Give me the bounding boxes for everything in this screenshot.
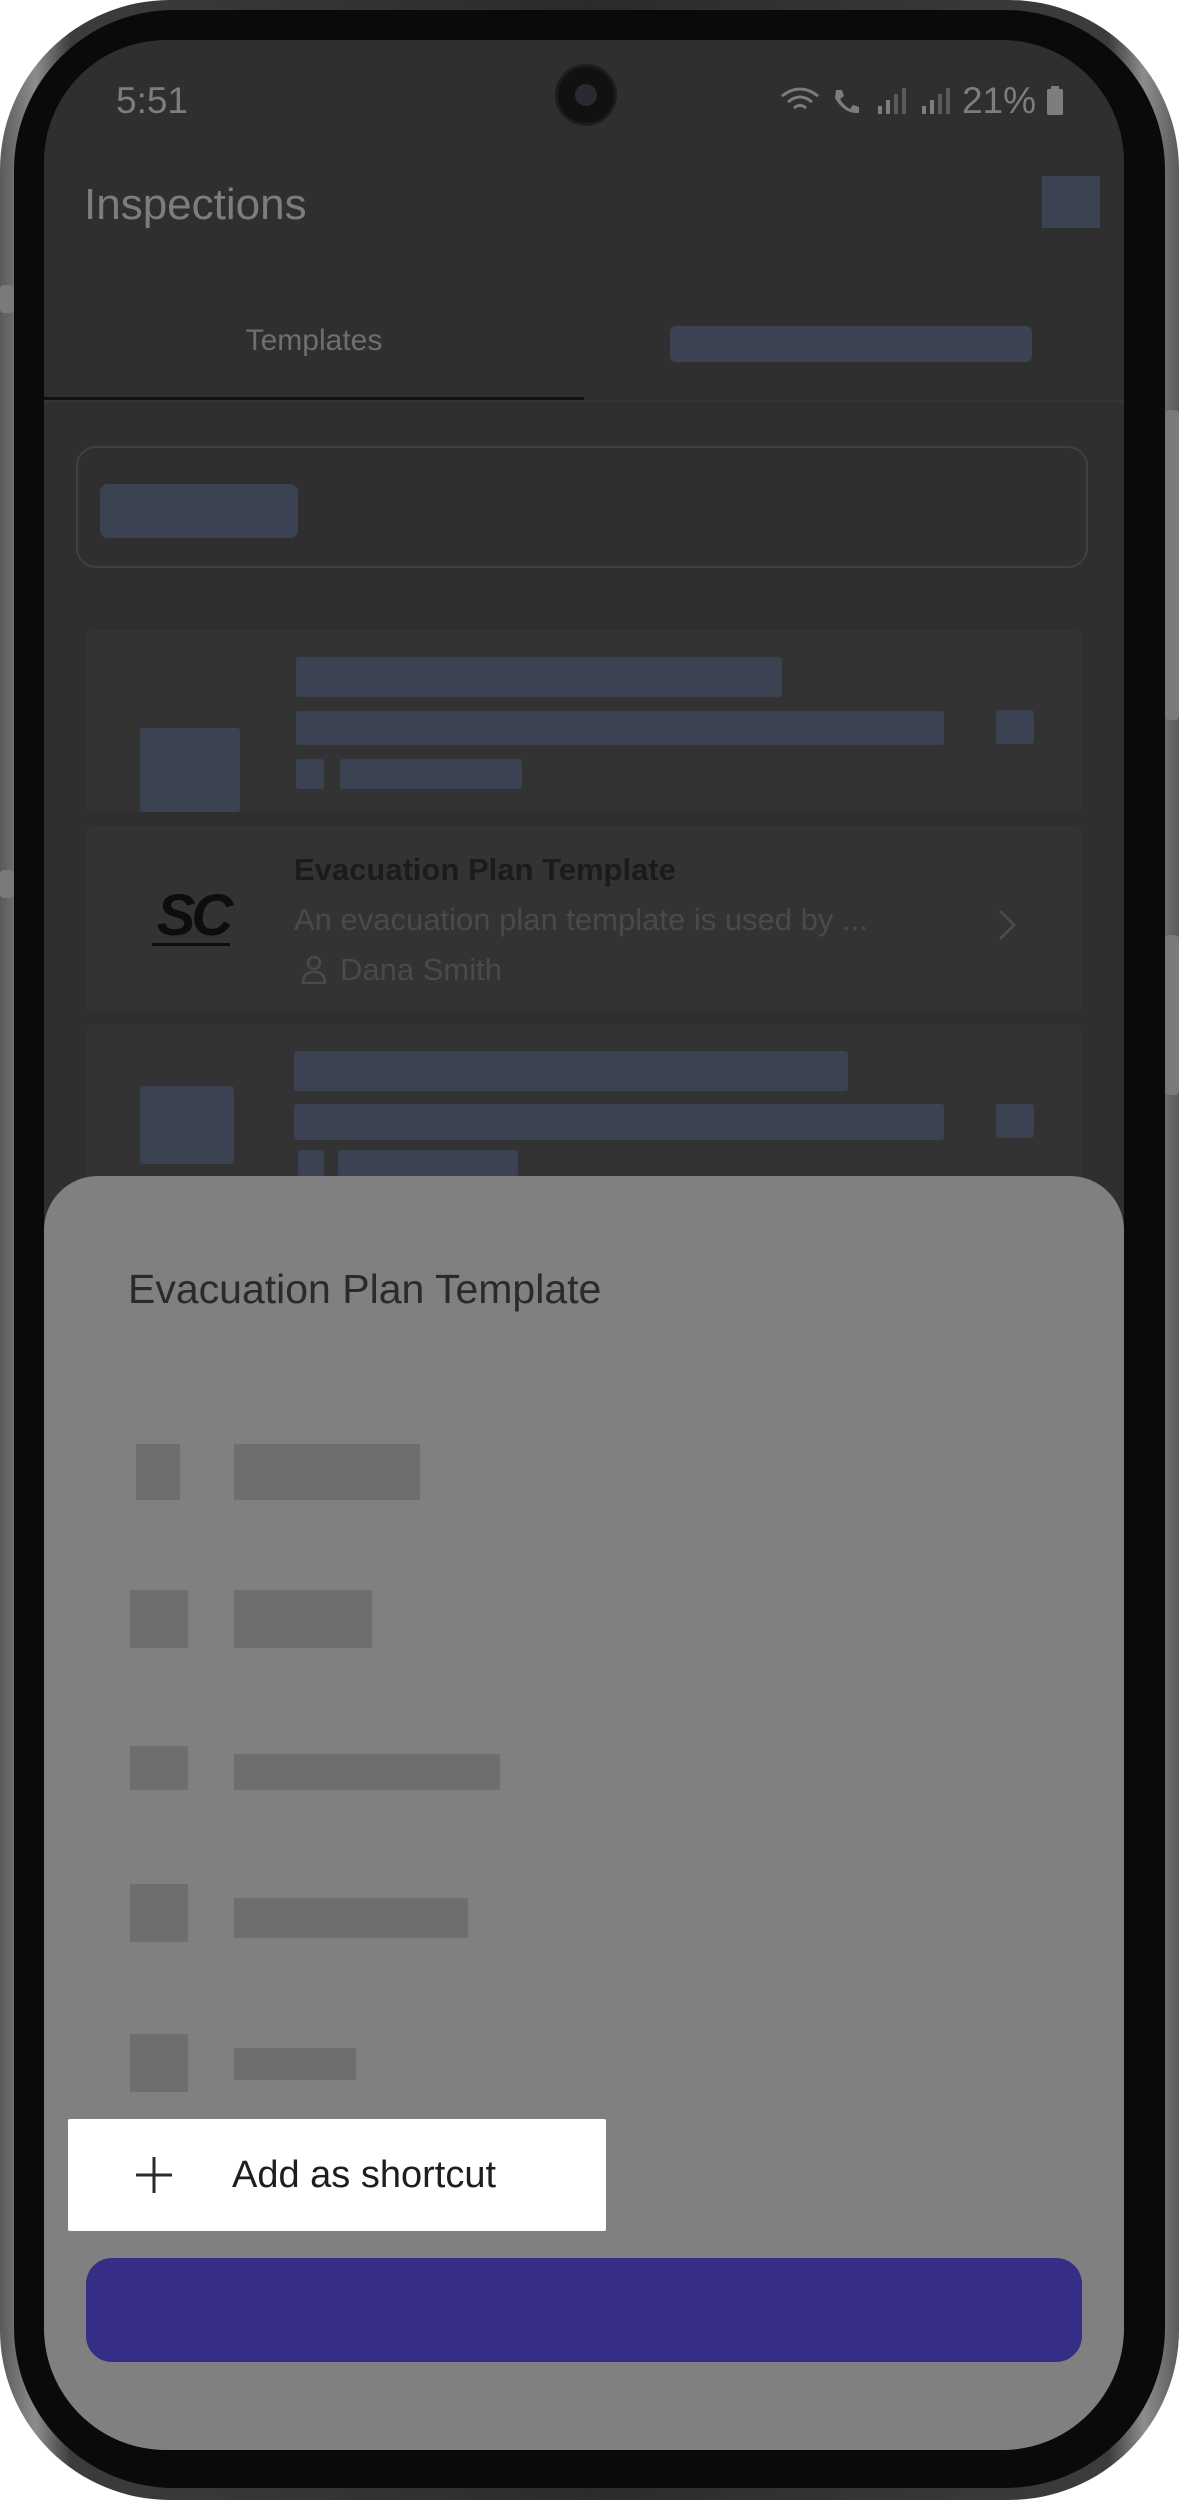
option-placeholder[interactable] — [234, 2048, 356, 2080]
tab-placeholder[interactable] — [670, 326, 1032, 362]
power-button — [1165, 935, 1179, 1095]
battery-percentage: 21% — [961, 80, 1036, 121]
skeleton-thumbnail — [140, 728, 240, 812]
signal-icon — [877, 88, 906, 114]
volume-button — [1165, 410, 1179, 720]
side-button — [0, 870, 14, 898]
option-icon — [130, 1884, 188, 1942]
option-placeholder[interactable] — [234, 1754, 500, 1790]
sheet-title: Evacuation Plan Template — [128, 1266, 602, 1312]
skeleton-line — [338, 1150, 518, 1176]
skeleton-thumbnail — [140, 1086, 234, 1164]
status-bar: 5:51 21% — [44, 40, 1124, 160]
skeleton-chevron — [996, 710, 1034, 744]
option-icon — [130, 2034, 188, 2092]
skeleton-line — [296, 759, 324, 789]
template-description: An evacuation plan template is used by .… — [294, 902, 868, 937]
person-icon — [301, 955, 327, 984]
add-shortcut-popup[interactable]: Add as shortcut — [68, 2119, 606, 2231]
page-title: Inspections — [84, 180, 307, 229]
bottom-sheet: Evacuation Plan Template — [44, 1176, 1124, 2450]
search-input[interactable] — [76, 446, 1088, 568]
add-shortcut-label: Add as shortcut — [232, 2154, 497, 2196]
front-camera — [555, 64, 617, 126]
option-icon — [130, 1590, 188, 1648]
skeleton-line — [296, 657, 782, 697]
chevron-right-icon — [998, 909, 1017, 941]
option-placeholder[interactable] — [234, 1444, 420, 1500]
tab-templates[interactable]: Templates — [44, 324, 584, 358]
option-placeholder[interactable] — [234, 1898, 468, 1938]
skeleton-line — [294, 1104, 944, 1140]
safetyculture-logo: SC — [152, 883, 238, 948]
skeleton-chevron — [996, 1104, 1034, 1138]
skeleton-line — [294, 1051, 848, 1091]
skeleton-line — [298, 1150, 324, 1176]
search-placeholder — [100, 484, 298, 538]
plus-icon — [136, 2157, 172, 2193]
menu-button[interactable] — [1042, 176, 1100, 228]
template-title: Evacuation Plan Template — [294, 852, 676, 887]
status-time: 5:51 — [116, 80, 189, 121]
divider — [44, 400, 1124, 402]
skeleton-line — [296, 711, 944, 745]
screen: 5:51 21% Inspections Templates SC Evacua… — [44, 40, 1124, 2450]
option-icon — [130, 1746, 188, 1790]
status-icons: 21% — [780, 80, 1064, 122]
option-icon — [136, 1444, 180, 1500]
call-icon — [834, 90, 859, 114]
side-button — [0, 285, 14, 313]
battery-icon — [1047, 86, 1063, 115]
signal-icon — [921, 88, 950, 114]
svg-text:SC: SC — [157, 883, 235, 948]
skeleton-line — [340, 759, 522, 789]
primary-button[interactable] — [86, 2258, 1082, 2362]
wifi-icon — [781, 87, 819, 110]
option-placeholder[interactable] — [234, 1590, 372, 1648]
template-author: Dana Smith — [340, 952, 502, 987]
